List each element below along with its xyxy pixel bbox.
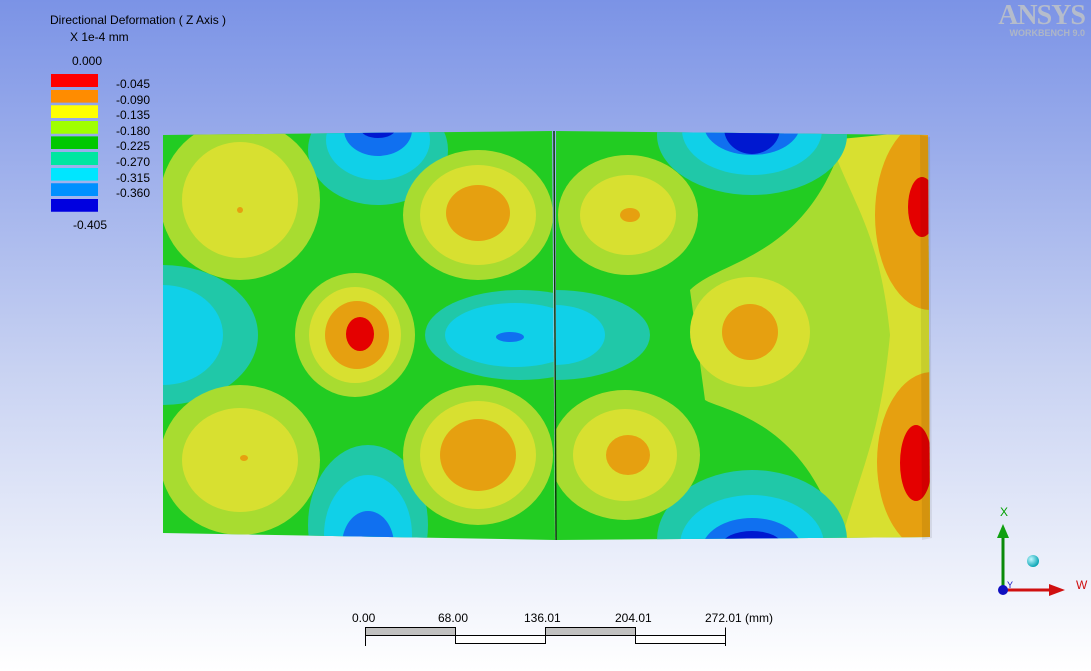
legend-max-value: 0.000 [72,54,103,68]
legend-swatch [51,167,98,181]
legend-unit: X 1e-4 mm [70,30,129,44]
legend-min-value: -0.405 [73,218,108,232]
contour-legend[interactable]: Directional Deformation ( Z Axis ) X 1e-… [0,0,260,240]
triad-w-label: W [1076,578,1088,592]
legend-swatch [51,198,98,212]
triad-y-label: Y [1007,580,1014,590]
legend-band-label: -0.135 [116,108,151,123]
logo-name: ANSYS [998,0,1086,31]
legend-band-label: -0.180 [116,123,151,138]
legend-swatch [51,105,98,119]
legend-swatch [51,120,98,134]
legend-band-label: -0.045 [116,77,151,91]
legend-title: Directional Deformation ( Z Axis ) [50,13,227,27]
graphics-viewport[interactable]: Directional Deformation ( Z Axis ) X 1e-… [0,0,1091,671]
axis-triad[interactable]: X W Y [985,500,1091,610]
triad-x-label: X [1000,505,1009,519]
ansys-logo: ANSYS WORKBENCH 9.0 [998,0,1086,39]
logo-subtitle: WORKBENCH 9.0 [1009,28,1085,38]
legend-swatch [51,183,98,197]
legend-swatch [51,136,98,150]
legend-band-label: -0.315 [116,170,151,185]
legend-band-label: -0.225 [116,139,151,154]
isometric-view-sphere-icon [1027,555,1039,567]
legend-swatch [51,152,98,165]
legend-swatch [51,74,98,87]
legend-band-label: -0.090 [116,92,151,107]
legend-band-label: -0.270 [116,155,151,169]
scale-bar: 0.00 68.00 136.01 204.01 272.01 (mm) [350,608,790,658]
legend-swatch [51,89,98,103]
legend-band-label: -0.360 [116,186,151,201]
scale-bar-graphic [365,627,726,646]
